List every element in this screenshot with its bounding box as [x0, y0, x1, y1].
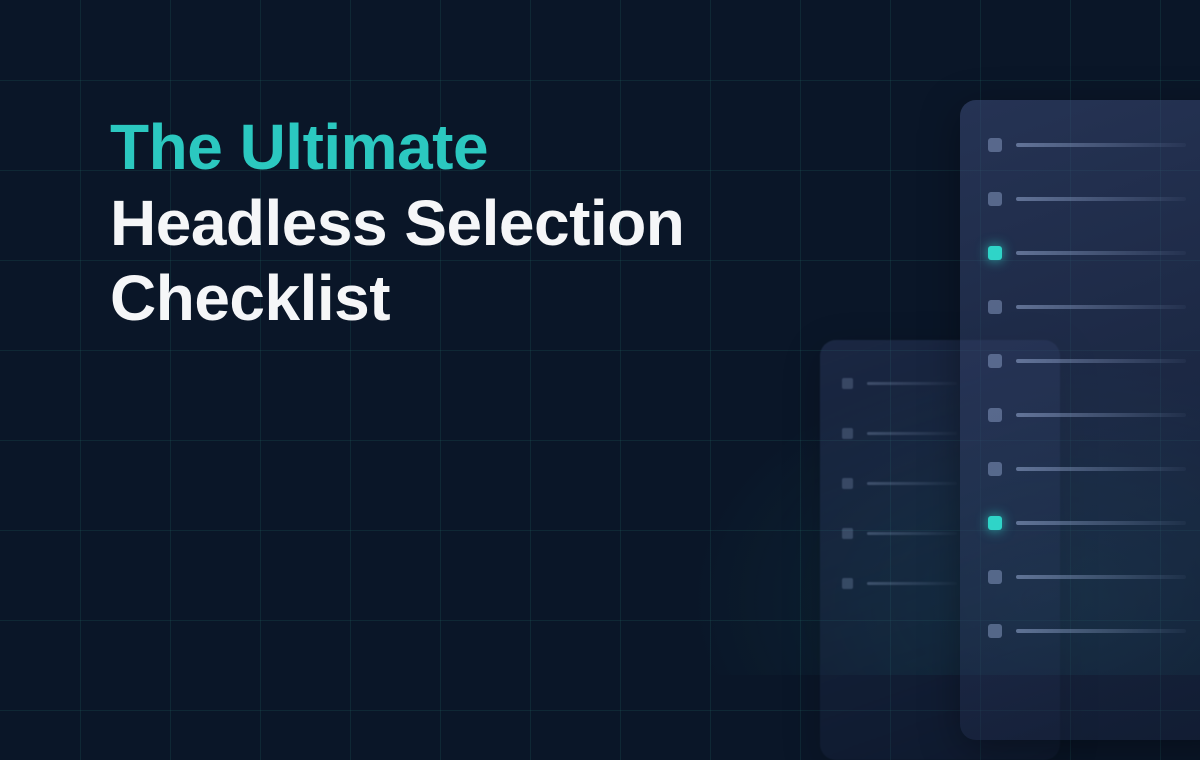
line-icon	[1016, 359, 1186, 363]
list-item	[988, 246, 1186, 260]
line-icon	[1016, 143, 1186, 147]
list-item	[988, 192, 1186, 206]
checkbox-icon	[842, 528, 853, 539]
list-item	[842, 378, 957, 389]
list-item	[988, 138, 1186, 152]
checkbox-icon	[988, 300, 1002, 314]
checkbox-checked-icon	[988, 246, 1002, 260]
hero-headline: The Ultimate Headless Selection Checklis…	[110, 110, 890, 337]
line-icon	[1016, 197, 1186, 201]
checkbox-icon	[988, 408, 1002, 422]
checkbox-icon	[842, 428, 853, 439]
line-icon	[1016, 413, 1186, 417]
headline-line-2: Headless Selection	[110, 186, 890, 262]
list-item	[842, 578, 957, 589]
list-item	[988, 300, 1186, 314]
line-icon	[867, 582, 957, 585]
list-item	[988, 462, 1186, 476]
checkbox-icon	[988, 462, 1002, 476]
checkbox-icon	[988, 624, 1002, 638]
list-item	[988, 516, 1186, 530]
line-icon	[1016, 305, 1186, 309]
line-icon	[867, 382, 957, 385]
checkbox-icon	[842, 578, 853, 589]
line-icon	[1016, 251, 1186, 255]
list-item	[988, 624, 1186, 638]
checkbox-icon	[842, 478, 853, 489]
list-item	[842, 428, 957, 439]
list-item	[842, 478, 957, 489]
list-item	[988, 354, 1186, 368]
checkbox-icon	[842, 378, 853, 389]
checkbox-checked-icon	[988, 516, 1002, 530]
line-icon	[1016, 629, 1186, 633]
checkbox-icon	[988, 138, 1002, 152]
line-icon	[1016, 575, 1186, 579]
line-icon	[867, 432, 957, 435]
line-icon	[867, 482, 957, 485]
checkbox-icon	[988, 570, 1002, 584]
headline-accent: The Ultimate	[110, 110, 890, 186]
checkbox-icon	[988, 354, 1002, 368]
checklist-card-front	[960, 100, 1200, 740]
line-icon	[1016, 521, 1186, 525]
list-item	[988, 570, 1186, 584]
checkbox-icon	[988, 192, 1002, 206]
list-item	[988, 408, 1186, 422]
list-item	[842, 528, 957, 539]
line-icon	[1016, 467, 1186, 471]
headline-line-3: Checklist	[110, 261, 890, 337]
line-icon	[867, 532, 957, 535]
